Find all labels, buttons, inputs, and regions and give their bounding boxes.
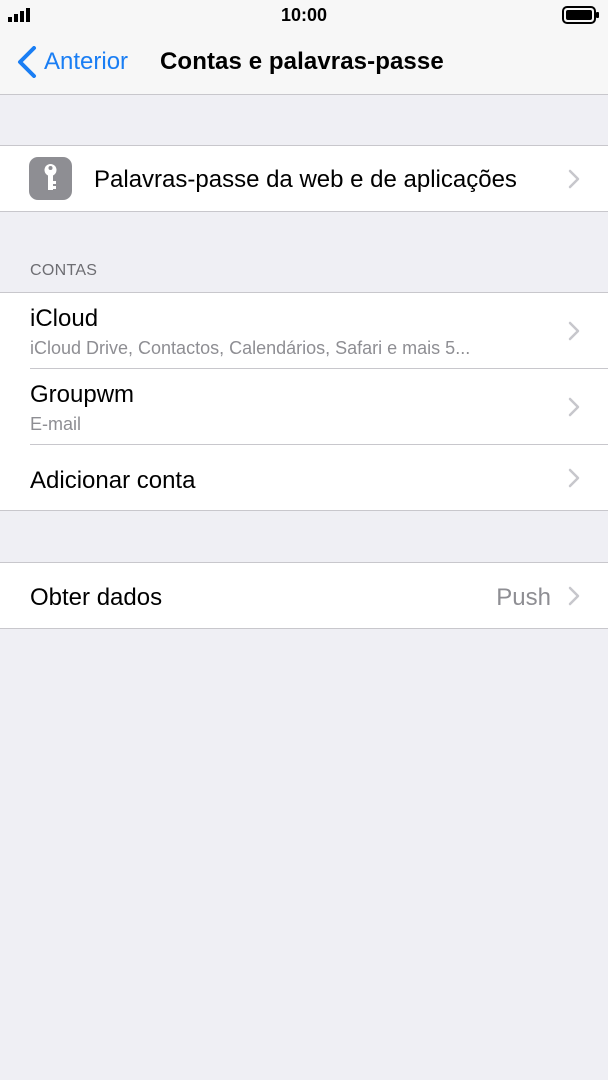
account-row-icloud[interactable]: iCloud iCloud Drive, Contactos, Calendár… [0,293,608,369]
status-bar: 10:00 [0,0,608,30]
back-button[interactable]: Anterior [16,44,128,80]
add-account-label: Adicionar conta [30,467,196,494]
chevron-right-icon [568,468,580,488]
account-row-groupwm[interactable]: Groupwm E-mail [0,369,608,445]
account-subtitle: iCloud Drive, Contactos, Calendários, Sa… [30,338,471,358]
fetch-data-value: Push [496,584,551,611]
account-subtitle: E-mail [30,414,82,434]
account-title: Groupwm [30,381,135,408]
key-icon [29,157,72,200]
fetch-data-row[interactable]: Obter dados Push [0,563,608,628]
web-app-passwords-label: Palavras-passe da web e de aplicações [94,166,517,193]
navigation-bar: Anterior Contas e palavras-passe [0,30,608,95]
accounts-section-header: CONTAS [30,262,98,279]
web-app-passwords-row[interactable]: Palavras-passe da web e de aplicações [0,146,608,211]
chevron-right-icon [568,397,580,417]
chevron-left-icon [18,46,36,78]
fetch-group: Obter dados Push [0,562,608,629]
page-title: Contas e palavras-passe [160,48,444,75]
passwords-group: Palavras-passe da web e de aplicações [0,145,608,212]
account-title: iCloud [30,305,99,332]
chevron-right-icon [568,586,580,606]
fetch-data-label: Obter dados [30,584,163,611]
chevron-right-icon [568,321,580,341]
add-account-row[interactable]: Adicionar conta [0,445,608,510]
battery-icon [562,6,599,24]
chevron-right-icon [568,169,580,189]
accounts-group: iCloud iCloud Drive, Contactos, Calendár… [0,292,608,511]
back-label: Anterior [44,48,129,75]
status-time: 10:00 [280,5,328,25]
